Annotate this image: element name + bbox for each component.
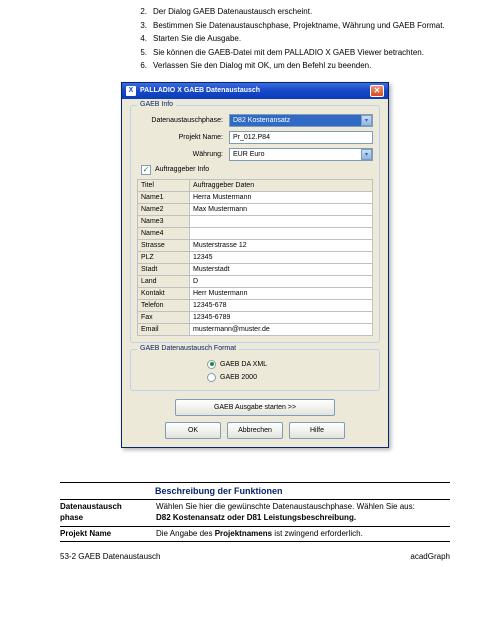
gaeb-dialog: X PALLADIO X GAEB Datenaustausch ✕ GAEB … (121, 82, 389, 448)
desc-label-project: Projekt Name (60, 529, 148, 540)
grid-row-label: Fax (138, 311, 190, 323)
project-input[interactable]: Pr_012.P84 (229, 131, 373, 144)
grid-row-value[interactable]: 12345-6789 (190, 311, 373, 323)
grid-row-label: Name1 (138, 191, 190, 203)
auftraggeber-grid[interactable]: Titel Auftraggeber Daten Name1Herra Must… (137, 179, 373, 336)
radio-label: GAEB 2000 (220, 374, 257, 381)
grid-row-label: Name3 (138, 215, 190, 227)
step-number: 3. (135, 20, 147, 32)
radio-label: GAEB DA XML (220, 361, 267, 368)
group-title: GAEB Datenaustausch Format (137, 345, 239, 352)
step-text: Verlassen Sie den Dialog mit OK, um den … (153, 60, 450, 72)
grid-row-label: Name2 (138, 203, 190, 215)
currency-value: EUR Euro (233, 151, 265, 158)
grid-row-value[interactable]: Max Mustermann (190, 203, 373, 215)
divider (60, 541, 450, 542)
grid-row-label: Telefon (138, 299, 190, 311)
grid-row-value[interactable] (190, 215, 373, 227)
desc-body-phase: Wählen Sie hier die gewünschte Datenaust… (156, 502, 450, 524)
radio-gaeb-xml[interactable] (207, 360, 216, 369)
phase-label: Datenaustauschphase: (137, 117, 229, 124)
chevron-down-icon[interactable]: ▾ (361, 149, 372, 160)
grid-row-label: Land (138, 275, 190, 287)
grid-row-value[interactable]: 12345-678 (190, 299, 373, 311)
radio-gaeb-2000[interactable] (207, 373, 216, 382)
grid-row-value[interactable]: Musterstrasse 12 (190, 239, 373, 251)
grid-row-label: Strasse (138, 239, 190, 251)
step-text: Starten Sie die Ausgabe. (153, 33, 450, 45)
app-icon: X (126, 86, 136, 96)
close-icon[interactable]: ✕ (370, 85, 384, 97)
grid-row-label: Stadt (138, 263, 190, 275)
grid-row-value[interactable]: mustermann@muster.de (190, 323, 373, 335)
grid-row-value[interactable]: D (190, 275, 373, 287)
phase-select[interactable]: D82 Kostenansatz ▾ (229, 114, 373, 127)
grid-row-value[interactable]: Musterstadt (190, 263, 373, 275)
step-text: Der Dialog GAEB Datenaustausch erscheint… (153, 6, 450, 18)
step-number: 6. (135, 60, 147, 72)
grid-header-titel: Titel (138, 179, 190, 191)
start-output-button[interactable]: GAEB Ausgabe starten >> (175, 399, 335, 416)
divider (60, 482, 450, 483)
grid-row-value[interactable]: Herr Mustermann (190, 287, 373, 299)
description-heading: Beschreibung der Funktionen (155, 486, 450, 496)
ok-button[interactable]: OK (165, 422, 221, 439)
cancel-button[interactable]: Abbrechen (227, 422, 283, 439)
step-number: 4. (135, 33, 147, 45)
group-title: GAEB Info (137, 101, 176, 108)
help-button[interactable]: Hilfe (289, 422, 345, 439)
group-gaeb-info: GAEB Info Datenaustauschphase: D82 Koste… (130, 105, 380, 343)
grid-row-label: Name4 (138, 227, 190, 239)
phase-value: D82 Kostenansatz (233, 117, 290, 124)
grid-row-label: Kontakt (138, 287, 190, 299)
currency-label: Währung: (137, 151, 229, 158)
desc-body-project: Die Angabe des Projektnamens ist zwingen… (156, 529, 450, 540)
step-number: 2. (135, 6, 147, 18)
grid-row-value[interactable]: 12345 (190, 251, 373, 263)
project-label: Projekt Name: (137, 134, 229, 141)
grid-row-label: Email (138, 323, 190, 335)
footer-left: 53-2 GAEB Datenaustausch (60, 552, 161, 561)
instruction-steps: 2. Der Dialog GAEB Datenaustausch erschei… (135, 6, 450, 72)
grid-row-value[interactable] (190, 227, 373, 239)
titlebar[interactable]: X PALLADIO X GAEB Datenaustausch ✕ (122, 83, 388, 99)
grid-row-label: PLZ (138, 251, 190, 263)
desc-label-phase: Datenaustauschphase (60, 502, 148, 524)
group-format: GAEB Datenaustausch Format GAEB DA XML G… (130, 349, 380, 391)
grid-row-value[interactable]: Herra Mustermann (190, 191, 373, 203)
chevron-down-icon[interactable]: ▾ (361, 115, 372, 126)
divider (60, 499, 450, 500)
auftraggeber-check-label: Auftraggeber Info (155, 166, 209, 173)
step-text: Bestimmen Sie Datenaustauschphase, Proje… (153, 20, 450, 32)
divider (60, 526, 450, 527)
auftraggeber-checkbox[interactable]: ✓ (141, 165, 151, 175)
grid-header-daten: Auftraggeber Daten (190, 179, 373, 191)
step-text: Sie können die GAEB-Datei mit dem PALLAD… (153, 47, 450, 59)
currency-select[interactable]: EUR Euro ▾ (229, 148, 373, 161)
step-number: 5. (135, 47, 147, 59)
footer-right: acadGraph (410, 552, 450, 561)
window-title: PALLADIO X GAEB Datenaustausch (140, 87, 260, 94)
